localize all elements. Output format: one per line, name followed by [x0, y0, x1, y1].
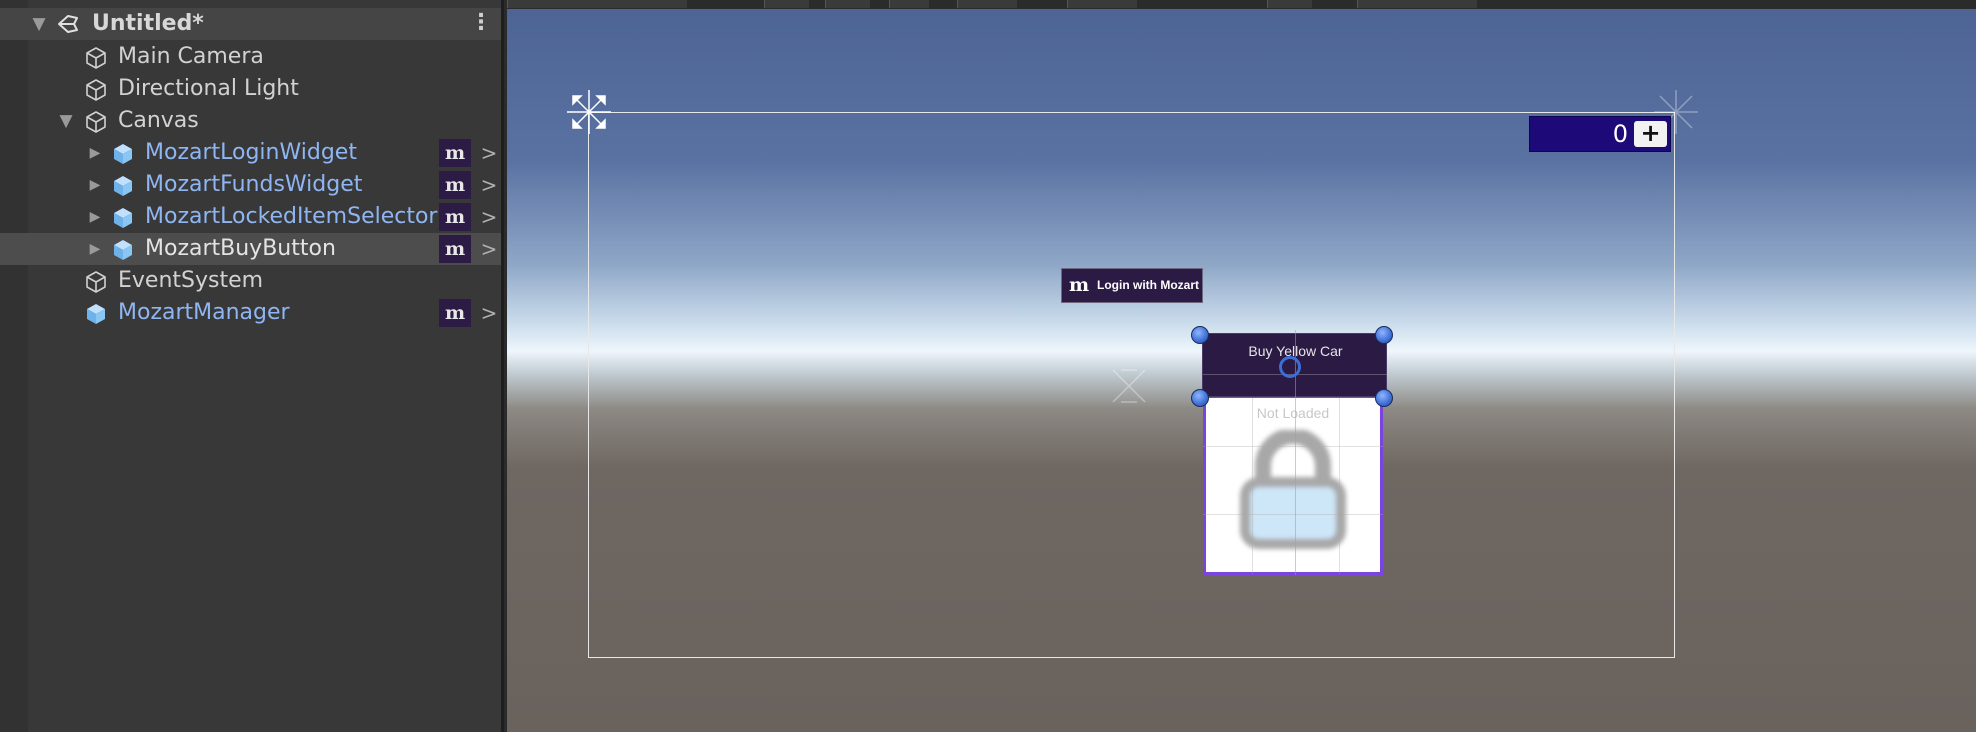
- rect-handle-bottom-right[interactable]: [1375, 389, 1393, 407]
- chevron-right-icon[interactable]: >: [480, 201, 498, 233]
- hierarchy-item-directional-light[interactable]: Directional Light: [0, 73, 501, 105]
- hierarchy-item-mozart-locked-item-selector[interactable]: ▶ MozartLockedItemSelector m >: [0, 201, 501, 233]
- expand-arrow-icon[interactable]: ▶: [86, 137, 104, 169]
- prefab-cube-icon: [114, 240, 132, 260]
- hierarchy-item-label: MozartLockedItemSelector: [145, 204, 438, 229]
- mozart-badge-icon: m: [439, 235, 471, 263]
- hierarchy-item-label: MozartFundsWidget: [145, 172, 363, 197]
- login-button-label: Login with Mozart: [1097, 278, 1199, 292]
- chevron-right-icon[interactable]: >: [480, 137, 498, 169]
- add-funds-button[interactable]: +: [1634, 121, 1667, 147]
- mozart-logo-icon: m: [1069, 274, 1090, 296]
- prefab-cube-icon: [114, 208, 132, 228]
- hierarchy-item-label: MozartManager: [118, 300, 290, 325]
- scene-row-untitled[interactable]: ▼ Untitled* ⋮: [0, 8, 501, 40]
- hierarchy-item-label: Canvas: [118, 108, 199, 133]
- rect-guide-line: [1339, 398, 1340, 574]
- funds-balance: 0: [1612, 120, 1628, 148]
- hierarchy-item-label-clip: MozartLockedItemSelector: [145, 201, 439, 233]
- rect-guide-line: [1203, 446, 1383, 447]
- locked-item-status: Not Loaded: [1256, 405, 1330, 421]
- hierarchy-item-label: Directional Light: [118, 76, 299, 101]
- rect-guide-line: [1252, 398, 1253, 574]
- chevron-right-icon[interactable]: >: [480, 233, 498, 265]
- hierarchy-item-label: MozartLoginWidget: [145, 140, 357, 165]
- anchor-gizmo-icon: [1112, 369, 1146, 403]
- prefab-cube-icon: [87, 304, 105, 324]
- hierarchy-item-mozart-funds-widget[interactable]: ▶ MozartFundsWidget m >: [0, 169, 501, 201]
- expand-arrow-icon[interactable]: ▶: [86, 169, 104, 201]
- gameobject-cube-icon: [86, 79, 106, 101]
- hierarchy-item-canvas[interactable]: ▼ Canvas: [0, 105, 501, 137]
- pivot-handle[interactable]: [1279, 356, 1301, 378]
- mozart-badge-icon: m: [439, 139, 471, 167]
- hierarchy-item-main-camera[interactable]: Main Camera: [0, 41, 501, 73]
- scene-view[interactable]: 0 + m Login with Mozart Not Loaded Buy Y…: [507, 0, 1976, 732]
- expand-arrow-icon[interactable]: ▶: [86, 201, 104, 233]
- rect-handle-top-left[interactable]: [1191, 326, 1209, 344]
- chevron-right-icon[interactable]: >: [480, 169, 498, 201]
- hierarchy-item-event-system[interactable]: EventSystem: [0, 265, 501, 297]
- funds-widget: 0 +: [1529, 116, 1671, 152]
- collapse-arrow-icon[interactable]: ▼: [57, 105, 75, 137]
- unity-editor: ▼ Untitled* ⋮ Main Camera Directional Li…: [0, 0, 1976, 732]
- hierarchy-item-mozart-manager[interactable]: MozartManager m >: [0, 297, 501, 329]
- mozart-badge-icon: m: [439, 203, 471, 231]
- hierarchy-item-label: EventSystem: [118, 268, 264, 293]
- locked-item-selector[interactable]: Not Loaded: [1203, 395, 1383, 575]
- scene-name: Untitled*: [92, 11, 204, 36]
- rect-handle-bottom-left[interactable]: [1191, 389, 1209, 407]
- hierarchy-item-mozart-buy-button[interactable]: ▶ MozartBuyButton m >: [0, 233, 501, 265]
- login-with-mozart-button[interactable]: m Login with Mozart: [1061, 268, 1203, 303]
- prefab-cube-icon: [114, 144, 132, 164]
- gameobject-cube-icon: [86, 271, 106, 293]
- mozart-badge-icon: m: [439, 171, 471, 199]
- more-options-icon[interactable]: ⋮: [470, 8, 492, 40]
- anchor-gizmo-icon: [567, 90, 611, 134]
- lock-icon: [1240, 430, 1346, 549]
- gameobject-cube-icon: [86, 47, 106, 69]
- expand-arrow-icon[interactable]: ▶: [86, 233, 104, 265]
- hierarchy-item-label: MozartBuyButton: [145, 236, 336, 261]
- scene-toolbar-strip: [507, 0, 1976, 9]
- collapse-arrow-icon[interactable]: ▼: [30, 8, 48, 40]
- prefab-cube-icon: [114, 176, 132, 196]
- unity-scene-icon: [58, 15, 78, 33]
- chevron-right-icon[interactable]: >: [480, 297, 498, 329]
- rect-handle-top-right[interactable]: [1375, 326, 1393, 344]
- mozart-badge-icon: m: [439, 299, 471, 327]
- hierarchy-item-mozart-login-widget[interactable]: ▶ MozartLoginWidget m >: [0, 137, 501, 169]
- hierarchy-item-label: Main Camera: [118, 44, 264, 69]
- rect-guide-line: [1203, 514, 1383, 515]
- gameobject-cube-icon: [86, 111, 106, 133]
- hierarchy-panel: ▼ Untitled* ⋮ Main Camera Directional Li…: [0, 0, 504, 732]
